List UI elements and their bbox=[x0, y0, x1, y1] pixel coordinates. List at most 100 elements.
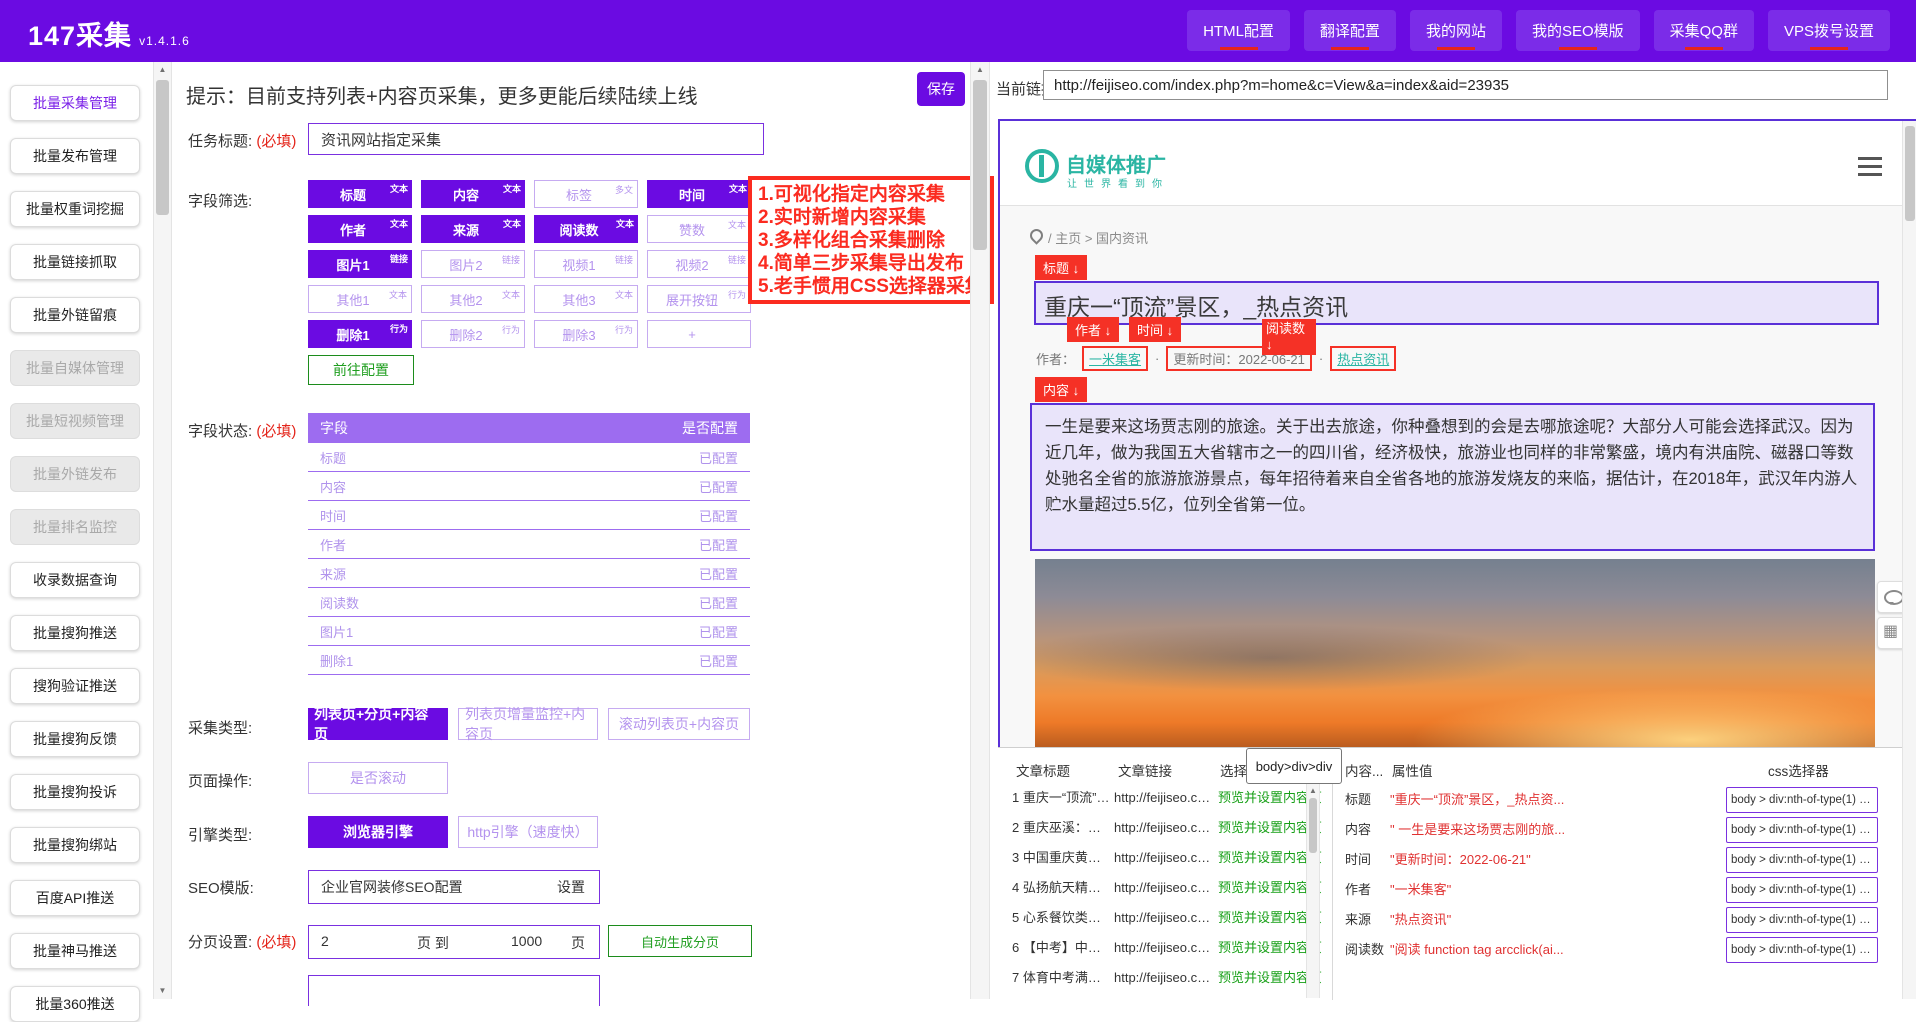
scrollbar-thumb[interactable] bbox=[156, 80, 169, 215]
field-button-delete3[interactable]: 删除3行为 bbox=[534, 320, 638, 348]
field-button-likes[interactable]: 赞数文本 bbox=[647, 215, 751, 243]
field-button-other2[interactable]: 其他2文本 bbox=[421, 285, 525, 313]
main-left-scrollbar[interactable]: ▲ ▼ bbox=[153, 62, 172, 999]
field-button-time[interactable]: 时间文本 bbox=[647, 180, 751, 208]
sidebar-item-sogou-push[interactable]: 批量搜狗推送 bbox=[10, 615, 140, 651]
css-selector-box[interactable]: body > div:nth-of-type(1) > d... bbox=[1726, 847, 1878, 873]
field-button-content[interactable]: 内容文本 bbox=[421, 180, 525, 208]
field-button-tags[interactable]: 标签多文 bbox=[534, 180, 638, 208]
field-button-other1[interactable]: 其他1文本 bbox=[308, 285, 412, 313]
scrollbar-thumb[interactable] bbox=[1905, 126, 1915, 221]
field-button-title[interactable]: 标题文本 bbox=[308, 180, 412, 208]
auto-generate-paging-button[interactable]: 自动生成分页 bbox=[608, 925, 752, 957]
article-link[interactable]: http://feijiseo.com/in... bbox=[1114, 848, 1214, 868]
collect-type-scroll-list[interactable]: 滚动列表页+内容页 bbox=[608, 708, 750, 740]
preview-scrollbar[interactable] bbox=[1902, 121, 1916, 999]
article-link[interactable]: http://feijiseo.com/in... bbox=[1114, 938, 1214, 958]
goto-config-button[interactable]: 前往配置 bbox=[308, 355, 414, 385]
engine-browser-button[interactable]: 浏览器引擎 bbox=[308, 816, 448, 848]
sidebar-item-sogou-feedback[interactable]: 批量搜狗反馈 bbox=[10, 721, 140, 757]
field-button-source[interactable]: 来源文本 bbox=[421, 215, 525, 243]
paging-to-value[interactable]: 1000 bbox=[511, 933, 542, 949]
sidebar-item-index-query[interactable]: 收录数据查询 bbox=[10, 562, 140, 598]
configured-badge[interactable]: 已配置 bbox=[699, 651, 738, 670]
nav-qq-group[interactable]: 采集QQ群 bbox=[1654, 10, 1754, 51]
css-selector-box[interactable]: body > div:nth-of-type(1) > d... bbox=[1726, 907, 1878, 933]
sidebar-item-sogou-complaint[interactable]: 批量搜狗投诉 bbox=[10, 774, 140, 810]
css-selector-box[interactable]: body > div:nth-of-type(1) > d... bbox=[1726, 877, 1878, 903]
content-column-header: 内容... bbox=[1345, 760, 1383, 780]
scroll-down-icon[interactable]: ▼ bbox=[154, 985, 171, 997]
scroll-toggle-button[interactable]: 是否滚动 bbox=[308, 762, 448, 794]
field-button-add[interactable]: + bbox=[647, 320, 751, 348]
field-button-delete1[interactable]: 删除1行为 bbox=[308, 320, 412, 348]
sidebar-item-backlink-publish[interactable]: 批量外链发布 bbox=[10, 456, 140, 492]
seo-settings-button[interactable]: 设置 bbox=[557, 877, 585, 897]
field-button-video1[interactable]: 视频1链接 bbox=[534, 250, 638, 278]
configured-badge[interactable]: 已配置 bbox=[699, 622, 738, 641]
paging-from-value[interactable]: 2 bbox=[321, 933, 329, 949]
field-button-views[interactable]: 阅读数文本 bbox=[534, 215, 638, 243]
paging-range-box[interactable]: 2 页 到 1000 页 bbox=[308, 925, 600, 959]
field-button-image1[interactable]: 图片1链接 bbox=[308, 250, 412, 278]
sidebar-item-rank-monitor[interactable]: 批量排名监控 bbox=[10, 509, 140, 545]
collect-type-incremental[interactable]: 列表页增量监控+内容页 bbox=[458, 708, 598, 740]
configured-badge[interactable]: 已配置 bbox=[699, 477, 738, 496]
article-link[interactable]: http://feijiseo.com/in... bbox=[1114, 788, 1214, 808]
sidebar-item-keyword-mining[interactable]: 批量权重词挖掘 bbox=[10, 191, 140, 227]
configured-badge[interactable]: 已配置 bbox=[699, 448, 738, 467]
configured-badge[interactable]: 已配置 bbox=[699, 535, 738, 554]
scrollbar-thumb[interactable] bbox=[1309, 798, 1317, 853]
source-value[interactable]: 热点资讯 bbox=[1330, 346, 1396, 371]
nav-translate-config[interactable]: 翻译配置 bbox=[1304, 10, 1396, 51]
css-selector-box[interactable]: body > div:nth-of-type(1) > d... bbox=[1726, 817, 1878, 843]
configured-badge[interactable]: 已配置 bbox=[699, 564, 738, 583]
seo-template-box[interactable]: 企业官网装修SEO配置 设置 bbox=[308, 870, 600, 904]
sidebar-item-short-video[interactable]: 批量短视频管理 bbox=[10, 403, 140, 439]
article-table-scrollbar[interactable]: ▲ bbox=[1306, 784, 1320, 998]
sidebar-item-media-manage[interactable]: 批量自媒体管理 bbox=[10, 350, 140, 386]
author-value[interactable]: 一米集客 bbox=[1082, 346, 1148, 371]
save-button[interactable]: 保存 bbox=[917, 72, 965, 106]
field-button-delete2[interactable]: 删除2行为 bbox=[421, 320, 525, 348]
sidebar-item-shenma-push[interactable]: 批量神马推送 bbox=[10, 933, 140, 969]
breadcrumb[interactable]: / 主页 > 国内资讯 bbox=[1048, 228, 1148, 247]
nav-my-seo-templates[interactable]: 我的SEO模版 bbox=[1516, 10, 1640, 51]
configured-badge[interactable]: 已配置 bbox=[699, 593, 738, 612]
field-button-image2[interactable]: 图片2链接 bbox=[421, 250, 525, 278]
field-button-expand[interactable]: 展开按钮行为 bbox=[647, 285, 751, 313]
article-link[interactable]: http://feijiseo.com/in... bbox=[1114, 818, 1214, 838]
article-link[interactable]: http://feijiseo.com/in... bbox=[1114, 968, 1214, 988]
hamburger-menu-icon[interactable] bbox=[1858, 157, 1882, 181]
sidebar-item-sogou-bind[interactable]: 批量搜狗绑站 bbox=[10, 827, 140, 863]
current-url-input[interactable] bbox=[1043, 70, 1888, 100]
sidebar-item-link-grab[interactable]: 批量链接抓取 bbox=[10, 244, 140, 280]
scroll-up-icon[interactable]: ▲ bbox=[154, 64, 171, 76]
scroll-up-icon[interactable]: ▲ bbox=[1307, 785, 1319, 797]
scroll-up-icon[interactable]: ▲ bbox=[971, 64, 989, 76]
article-content-highlight[interactable]: 一生是要来这场贾志刚的旅途。关于出去旅途，你种叠想到的会是去哪旅途呢？大部分人可… bbox=[1030, 403, 1875, 551]
configured-badge[interactable]: 已配置 bbox=[699, 506, 738, 525]
field-button-video2[interactable]: 视频2链接 bbox=[647, 250, 751, 278]
task-title-input[interactable] bbox=[308, 123, 764, 155]
article-link[interactable]: http://feijiseo.com/in... bbox=[1114, 908, 1214, 928]
sidebar-item-sogou-verify-push[interactable]: 搜狗验证推送 bbox=[10, 668, 140, 704]
collect-type-list-paging-content[interactable]: 列表页+分页+内容页 bbox=[308, 708, 448, 740]
engine-http-button[interactable]: http引擎（速度快） bbox=[458, 816, 598, 848]
nav-my-sites[interactable]: 我的网站 bbox=[1410, 10, 1502, 51]
sidebar-item-batch-publish[interactable]: 批量发布管理 bbox=[10, 138, 140, 174]
nav-vps-dial-settings[interactable]: VPS拨号设置 bbox=[1768, 10, 1890, 51]
main-right-scrollbar[interactable]: ▲ bbox=[970, 62, 990, 999]
nav-html-config[interactable]: HTML配置 bbox=[1187, 10, 1290, 51]
sidebar-item-backlink-trace[interactable]: 批量外链留痕 bbox=[10, 297, 140, 333]
field-button-other3[interactable]: 其他3文本 bbox=[534, 285, 638, 313]
selector-dropdown[interactable]: body>div>div bbox=[1246, 748, 1342, 784]
article-link[interactable]: http://feijiseo.com/in... bbox=[1114, 878, 1214, 898]
field-button-author[interactable]: 作者文本 bbox=[308, 215, 412, 243]
sidebar-item-batch-collect[interactable]: 批量采集管理 bbox=[10, 85, 140, 121]
scrollbar-thumb[interactable] bbox=[973, 80, 987, 250]
css-selector-box[interactable]: body > div:nth-of-type(1) > d... bbox=[1726, 787, 1878, 813]
sidebar-item-baidu-api-push[interactable]: 百度API推送 bbox=[10, 880, 140, 916]
sidebar-item-360-push[interactable]: 批量360推送 bbox=[10, 986, 140, 1022]
css-selector-box[interactable]: body > div:nth-of-type(1) > d... bbox=[1726, 937, 1878, 963]
